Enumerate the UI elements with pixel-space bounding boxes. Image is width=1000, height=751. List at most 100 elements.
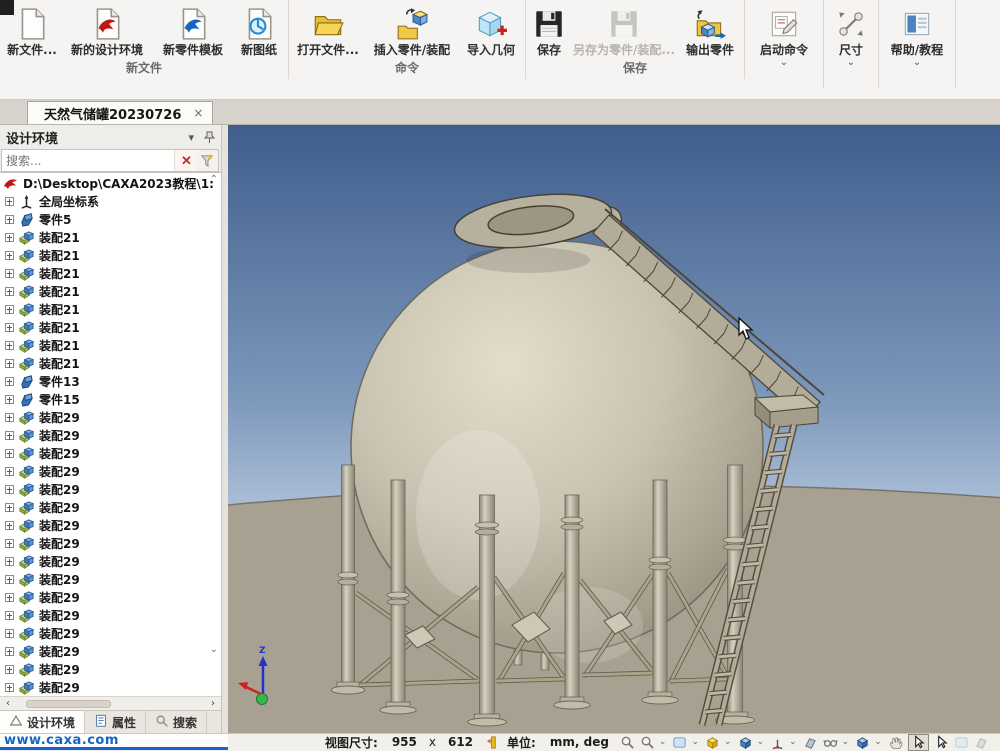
chevron-down-icon[interactable]: ⌄ [757, 737, 765, 747]
ribbon-button-import-geometry[interactable]: 导入几何 [460, 2, 522, 58]
tree-item[interactable]: 装配21 [0, 246, 221, 264]
ribbon-button-save[interactable]: 保存 [529, 2, 569, 58]
expand-icon[interactable] [5, 467, 14, 476]
expand-icon[interactable] [5, 449, 14, 458]
tree-item[interactable]: 装配29 [0, 570, 221, 588]
expand-icon[interactable] [5, 503, 14, 512]
tree-item[interactable]: 装配29 [0, 552, 221, 570]
expand-icon[interactable] [5, 557, 14, 566]
zoom-window-icon[interactable] [640, 735, 655, 750]
expand-icon[interactable] [5, 431, 14, 440]
expand-icon[interactable] [5, 683, 14, 692]
tree-item[interactable]: 全局坐标系 [0, 192, 221, 210]
ribbon-button-new-part-template[interactable]: 新零件模板 [153, 2, 233, 58]
expand-icon[interactable] [5, 413, 14, 422]
tree-item[interactable]: 装配21 [0, 300, 221, 318]
tree-item[interactable]: 装配21 [0, 318, 221, 336]
expand-icon[interactable] [5, 305, 14, 314]
perspective-glasses-icon[interactable] [823, 735, 838, 750]
display-window-icon[interactable] [672, 735, 687, 750]
scrollbar-thumb[interactable] [26, 700, 111, 708]
tree-item[interactable]: 零件15 [0, 390, 221, 408]
viewport-canvas[interactable]: Z [228, 125, 1000, 733]
tree-item[interactable]: 装配29 [0, 516, 221, 534]
ribbon-button-new-design-env[interactable]: 新的设计环境 [61, 2, 153, 58]
tree-item[interactable]: 装配21 [0, 264, 221, 282]
expand-icon[interactable] [5, 593, 14, 602]
tree-item[interactable]: 装配29 [0, 444, 221, 462]
tree-item[interactable]: 装配29 [0, 480, 221, 498]
expand-icon[interactable] [5, 251, 14, 260]
tree-root-item[interactable]: D:\Desktop\CAXA2023教程\1: [0, 174, 221, 192]
tree-item[interactable]: 装配29 [0, 678, 221, 696]
clear-search-button[interactable]: ✕ [174, 150, 196, 171]
key-icon[interactable] [485, 735, 500, 750]
search-input[interactable] [2, 150, 174, 171]
expand-icon[interactable] [5, 287, 14, 296]
shade-mode-blue-icon[interactable] [738, 735, 753, 750]
select-cursor-icon[interactable] [908, 734, 929, 751]
expand-icon[interactable] [5, 359, 14, 368]
tree-item[interactable]: 装配21 [0, 282, 221, 300]
chevron-down-icon[interactable]: ⌄ [789, 737, 797, 747]
expand-icon[interactable] [5, 539, 14, 548]
tree-item[interactable]: 装配21 [0, 228, 221, 246]
horizontal-scrollbar[interactable]: ‹ › [0, 696, 221, 710]
scroll-up-icon[interactable]: ⌃ [210, 176, 218, 184]
chevron-down-icon[interactable]: ⌄ [842, 737, 850, 747]
tree-item[interactable]: 装配29 [0, 624, 221, 642]
expand-icon[interactable] [5, 323, 14, 332]
cursor-icon[interactable] [934, 735, 949, 750]
tree-item[interactable]: 装配29 [0, 534, 221, 552]
expand-icon[interactable] [5, 485, 14, 494]
filter-icon[interactable] [196, 150, 218, 171]
expand-icon[interactable] [5, 395, 14, 404]
panel-tab-properties[interactable]: 属性 [85, 711, 146, 733]
expand-icon[interactable] [5, 647, 14, 656]
expand-icon[interactable] [5, 377, 14, 386]
scroll-down-icon[interactable]: ⌄ [210, 646, 218, 654]
expand-icon[interactable] [5, 665, 14, 674]
expand-icon[interactable] [5, 575, 14, 584]
expand-icon[interactable] [5, 521, 14, 530]
ribbon-button-open-file[interactable]: 打开文件... [292, 2, 364, 58]
expand-icon[interactable] [5, 611, 14, 620]
ribbon-button-help[interactable]: 帮助/教程⌄ [882, 2, 952, 67]
scroll-right-icon[interactable]: › [207, 698, 219, 710]
tree-item[interactable]: 装配29 [0, 408, 221, 426]
chevron-down-icon[interactable]: ⌄ [691, 737, 699, 747]
expand-icon[interactable] [5, 269, 14, 278]
expand-icon[interactable] [5, 341, 14, 350]
tree-item[interactable]: 装配29 [0, 660, 221, 678]
view-cube-icon[interactable] [855, 735, 870, 750]
document-tab[interactable]: 天然气储罐20230726 × [27, 101, 213, 124]
expand-icon[interactable] [5, 215, 14, 224]
zoom-in-icon[interactable] [620, 735, 635, 750]
panel-tab-tab-search[interactable]: 搜索 [146, 711, 207, 733]
tree-item[interactable]: 零件5 [0, 210, 221, 228]
expand-icon[interactable] [5, 629, 14, 638]
ribbon-button-launch-command[interactable]: 启动命令⌄ [748, 2, 820, 67]
wedge-icon[interactable] [803, 735, 818, 750]
ribbon-button-new-drawing[interactable]: 新图纸 [233, 2, 285, 58]
ribbon-button-export-part[interactable]: 输出零件 [679, 2, 741, 58]
tree-item[interactable]: 装配21 [0, 336, 221, 354]
ribbon-button-insert-part[interactable]: 插入零件/装配 [364, 2, 460, 58]
chevron-down-icon[interactable]: ⌄ [659, 737, 667, 747]
shade-mode-yellow-icon[interactable] [705, 735, 720, 750]
viewport-3d[interactable]: Z [228, 125, 1000, 733]
move-triad-icon[interactable] [770, 735, 785, 750]
expand-icon[interactable] [5, 233, 14, 242]
tree-item[interactable]: 装配29 [0, 588, 221, 606]
expand-icon[interactable] [5, 197, 14, 206]
tree-item[interactable]: 零件13 [0, 372, 221, 390]
scrollbar-track[interactable] [14, 699, 207, 709]
chevron-down-icon[interactable]: ▾ [188, 131, 194, 144]
rotate-hand-icon[interactable] [888, 735, 903, 750]
caxa-website-link[interactable]: www.caxa.com [0, 734, 228, 750]
close-icon[interactable]: × [193, 106, 203, 120]
chevron-down-icon[interactable]: ⌄ [724, 737, 732, 747]
tree-item[interactable]: 装配29 [0, 498, 221, 516]
tree-item[interactable]: 装配29 [0, 426, 221, 444]
ribbon-button-dimension[interactable]: 尺寸⌄ [827, 2, 875, 67]
